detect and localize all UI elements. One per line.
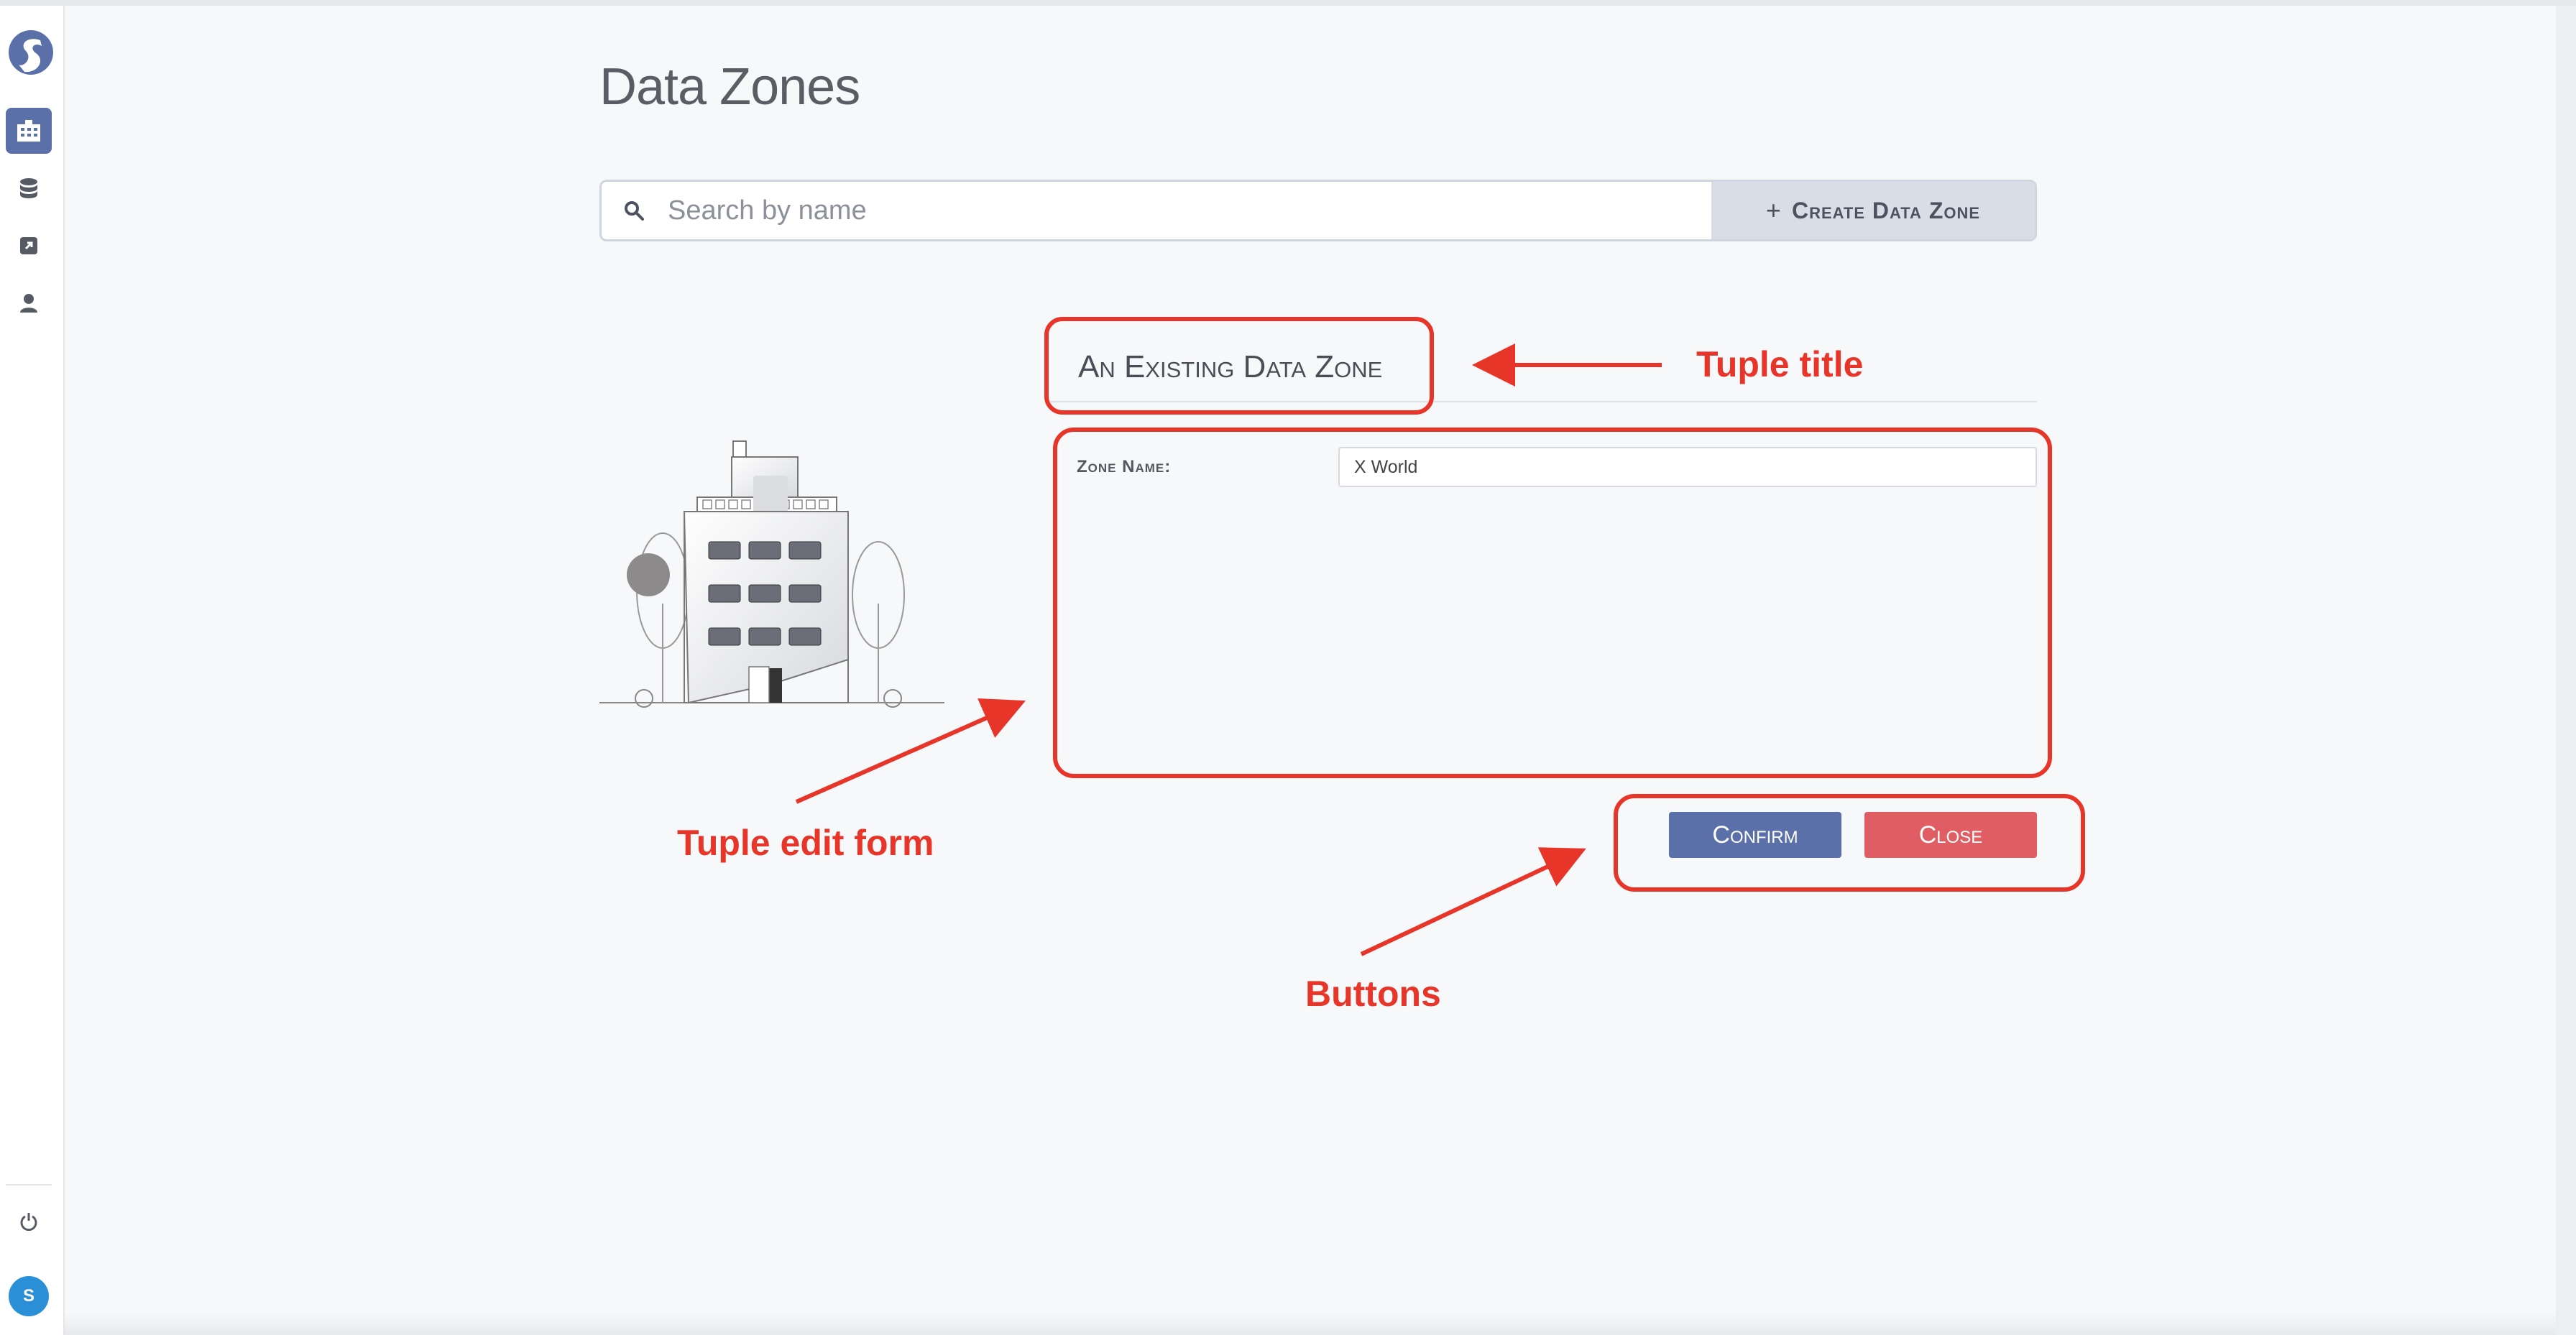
- confirm-button[interactable]: Confirm: [1669, 812, 1841, 858]
- app-logo[interactable]: [6, 27, 56, 78]
- annotation-buttons: Buttons: [1305, 974, 1441, 1014]
- sidebar: S: [0, 6, 65, 1335]
- search-input[interactable]: [666, 182, 1711, 239]
- sidebar-item-databases[interactable]: [6, 165, 52, 211]
- zone-name-input[interactable]: [1338, 447, 2037, 487]
- logout-button[interactable]: [6, 1198, 52, 1244]
- bottom-shadow: [65, 1312, 2556, 1335]
- sidebar-item-links[interactable]: [6, 223, 52, 269]
- tuple-title: An Existing Data Zone: [1078, 349, 1383, 384]
- annotation-tuple-edit-form: Tuple edit form: [677, 823, 934, 863]
- buttons-arrow: [1360, 847, 1586, 956]
- external-link-icon: [20, 237, 37, 254]
- scrollbar[interactable]: [2556, 6, 2576, 1335]
- search-bar: + Create Data Zone: [599, 180, 2037, 241]
- page-title: Data Zones: [599, 58, 860, 116]
- building-icon: [17, 120, 40, 142]
- create-data-zone-label: Create Data Zone: [1791, 197, 1981, 223]
- create-data-zone-button[interactable]: + Create Data Zone: [1711, 182, 2035, 239]
- title-divider: [1046, 401, 2037, 402]
- plus-icon: +: [1765, 195, 1782, 225]
- sidebar-item-users[interactable]: [6, 280, 52, 326]
- top-border: [0, 0, 2576, 6]
- tuple-form-arrow: [795, 698, 1026, 804]
- database-icon: [20, 178, 37, 198]
- power-icon: [20, 1213, 37, 1232]
- annotation-tuple-title: Tuple title: [1696, 344, 1864, 384]
- user-icon: [20, 294, 37, 313]
- search-icon: [602, 182, 666, 239]
- sidebar-item-data-zones[interactable]: [6, 108, 52, 154]
- sidebar-divider: [6, 1184, 52, 1186]
- avatar[interactable]: S: [9, 1276, 49, 1316]
- building-illustration: [599, 440, 944, 708]
- close-button[interactable]: Close: [1864, 812, 2037, 858]
- zone-name-label: Zone Name:: [1077, 457, 1172, 476]
